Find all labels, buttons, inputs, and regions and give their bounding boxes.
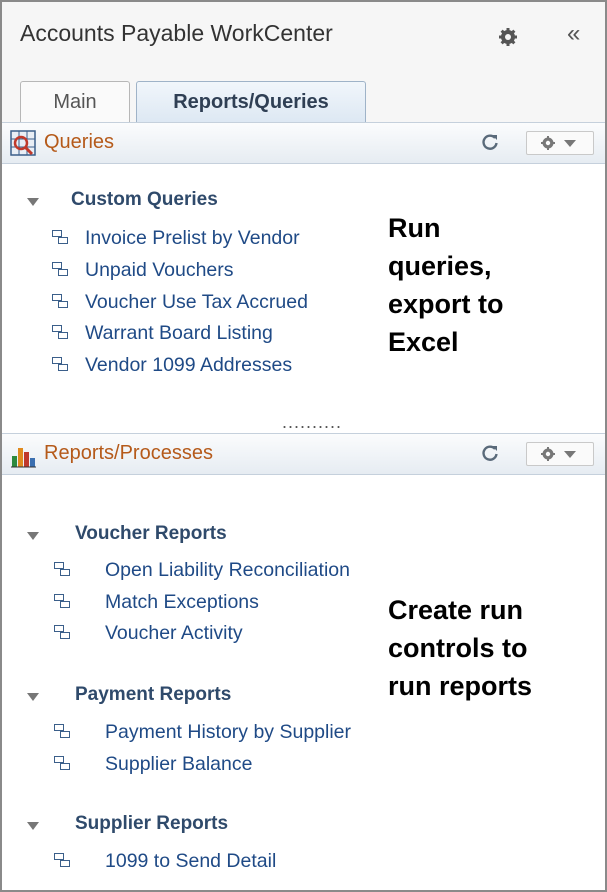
query-link-icon — [52, 230, 68, 244]
tab-bar: Main Reports/Queries — [2, 70, 605, 123]
report-link[interactable]: Payment History by Supplier — [105, 721, 351, 744]
report-link[interactable]: Open Liability Reconciliation — [105, 559, 350, 582]
query-link-icon — [52, 294, 68, 308]
queries-actions-menu[interactable] — [526, 131, 594, 155]
report-link-icon — [54, 756, 70, 770]
bar-chart-icon — [11, 448, 36, 468]
collapse-triangle-icon[interactable] — [27, 693, 39, 701]
report-link-icon — [54, 594, 70, 608]
report-link[interactable]: Match Exceptions — [105, 591, 259, 614]
queries-annotation: Run queries, export to Excel — [388, 213, 504, 357]
chevron-down-icon — [564, 451, 576, 458]
workcenter-panel: Accounts Payable WorkCenter « Main Repor… — [0, 0, 607, 892]
query-link[interactable]: Warrant Board Listing — [85, 322, 273, 345]
reports-annotation: Create run controls to run reports — [388, 595, 533, 701]
workcenter-header: Accounts Payable WorkCenter « — [2, 2, 605, 70]
queries-title: Queries — [44, 131, 115, 153]
query-icon — [10, 130, 36, 156]
collapse-icon[interactable]: « — [567, 20, 580, 48]
query-link[interactable]: Vendor 1099 Addresses — [85, 354, 292, 377]
refresh-icon[interactable] — [481, 133, 499, 151]
queries-pagelet-header: Queries — [2, 122, 605, 164]
gear-icon — [541, 447, 555, 461]
report-link-icon — [54, 853, 70, 867]
reports-pagelet-header: Reports/Processes — [2, 433, 605, 475]
report-link[interactable]: Supplier Balance — [105, 753, 252, 776]
group-custom-queries[interactable]: Custom Queries — [71, 189, 218, 211]
collapse-triangle-icon[interactable] — [27, 198, 39, 206]
tab-main[interactable]: Main — [20, 81, 130, 122]
collapse-triangle-icon[interactable] — [27, 532, 39, 540]
chevron-down-icon — [564, 140, 576, 147]
report-link-icon — [54, 562, 70, 576]
query-link[interactable]: Unpaid Vouchers — [85, 259, 234, 282]
query-link-icon — [52, 262, 68, 276]
report-link-icon — [54, 625, 70, 639]
report-link[interactable]: 1099 to Send Detail — [105, 850, 276, 873]
refresh-icon[interactable] — [481, 444, 499, 462]
collapse-triangle-icon[interactable] — [27, 822, 39, 830]
gear-icon — [541, 136, 555, 150]
reports-actions-menu[interactable] — [526, 442, 594, 466]
tab-reports-queries[interactable]: Reports/Queries — [136, 81, 366, 122]
workcenter-title: Accounts Payable WorkCenter — [20, 20, 333, 46]
query-link[interactable]: Invoice Prelist by Vendor — [85, 227, 300, 250]
query-link[interactable]: Voucher Use Tax Accrued — [85, 291, 308, 314]
group-payment-reports[interactable]: Payment Reports — [75, 684, 231, 706]
gear-icon[interactable] — [499, 28, 517, 46]
report-link-icon — [54, 724, 70, 738]
resize-handle[interactable]: .......... — [282, 412, 342, 433]
query-link-icon — [52, 325, 68, 339]
reports-title: Reports/Processes — [44, 442, 213, 464]
group-voucher-reports[interactable]: Voucher Reports — [75, 523, 227, 545]
report-link[interactable]: Voucher Activity — [105, 622, 243, 645]
group-supplier-reports[interactable]: Supplier Reports — [75, 813, 228, 835]
query-link-icon — [52, 357, 68, 371]
